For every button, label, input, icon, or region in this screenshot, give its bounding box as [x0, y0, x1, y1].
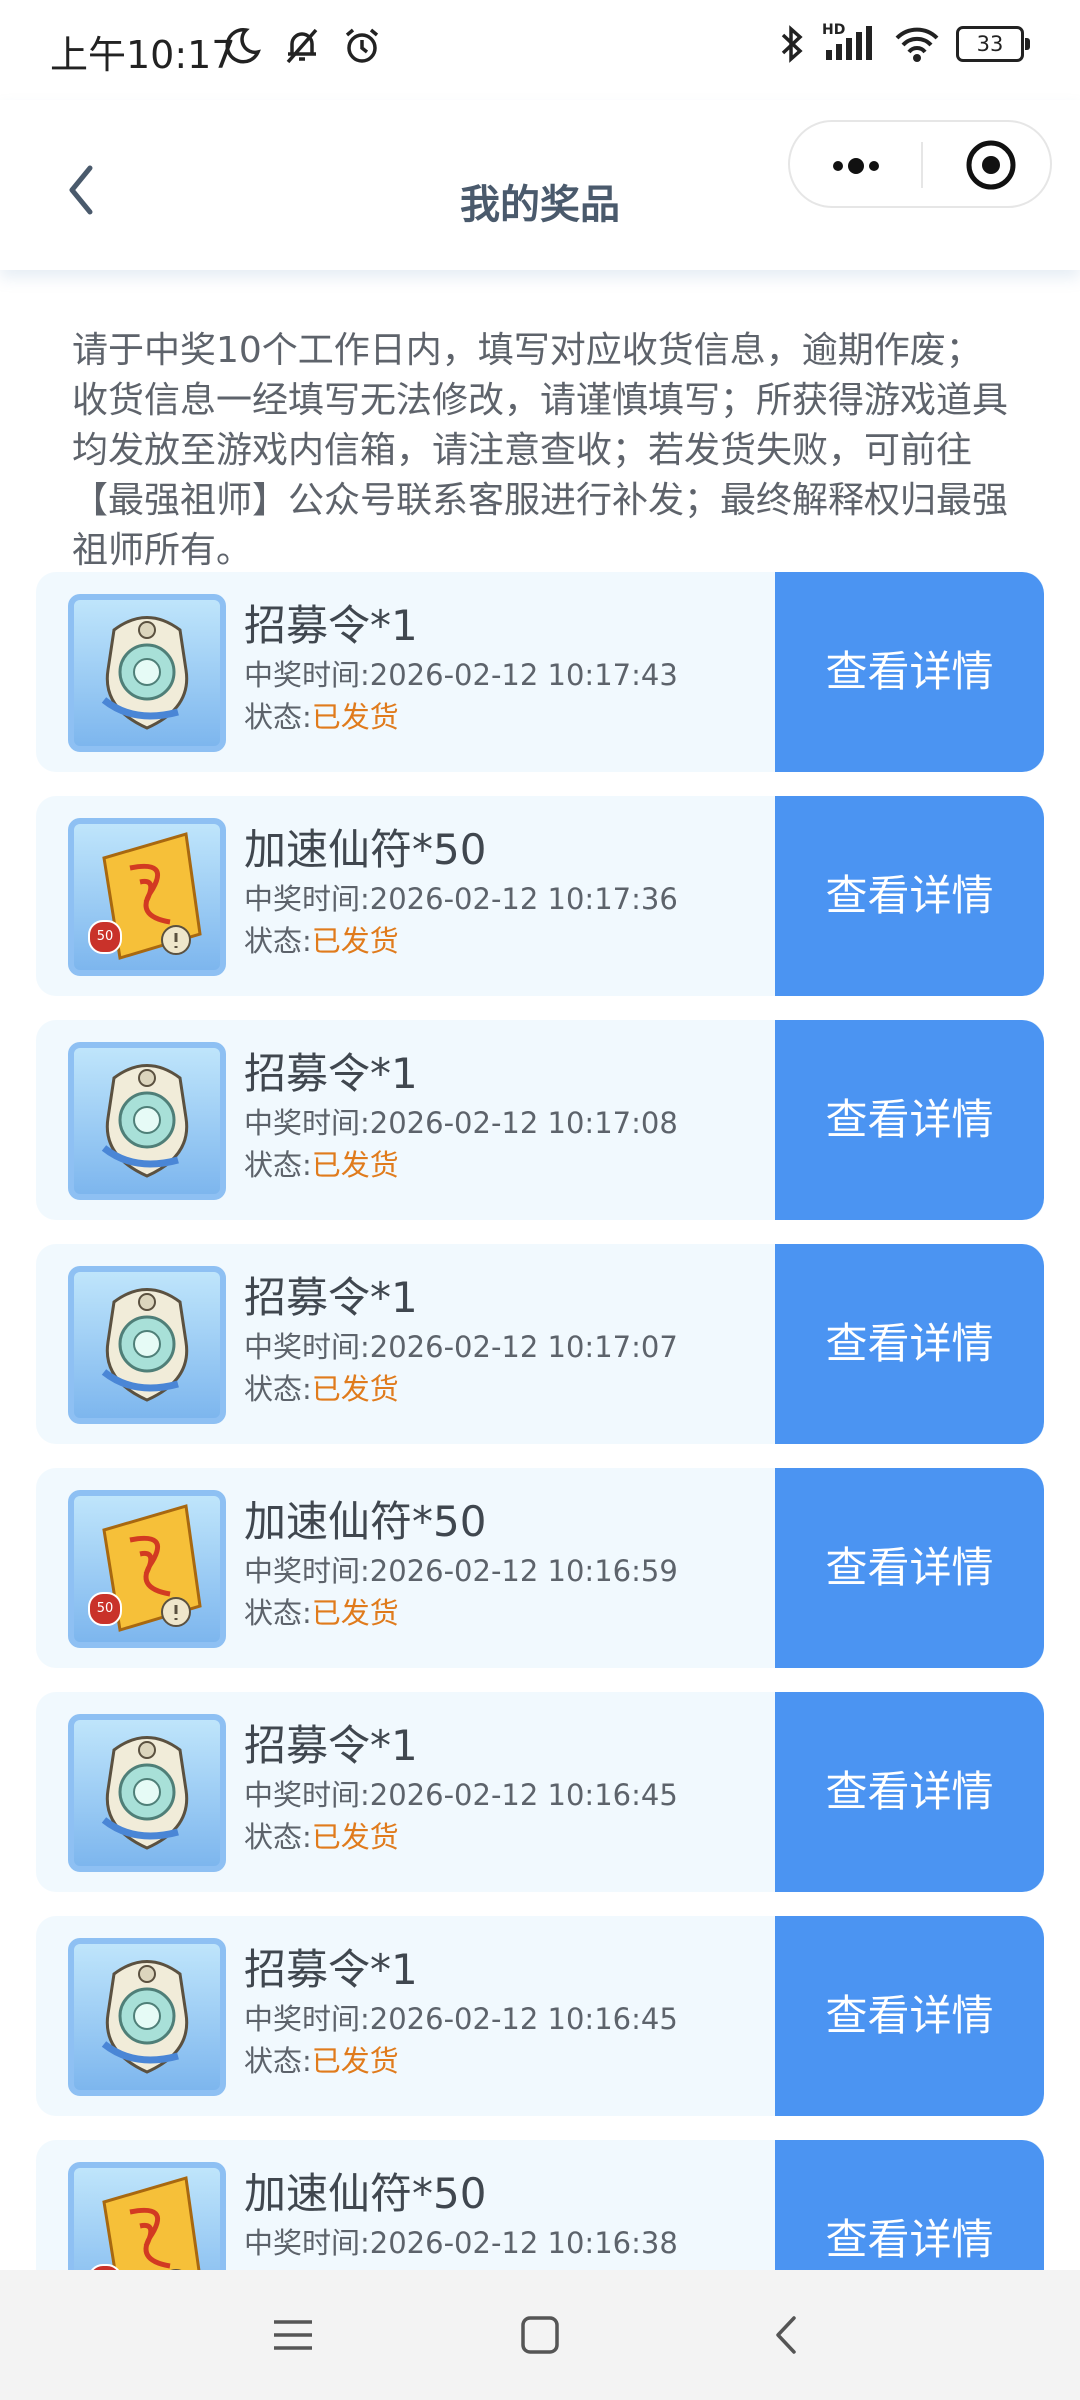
prize-card: 招募令*1 中奖时间:2026-02-12 10:16:45 状态:已发货 查看详情	[36, 1916, 1044, 2116]
miniapp-capsule	[788, 120, 1052, 208]
speed-talisman-icon: 50	[68, 2162, 226, 2270]
prize-time: 中奖时间:2026-02-12 10:16:38	[244, 2226, 678, 2260]
more-icon[interactable]	[826, 148, 886, 184]
recruit-token-icon	[68, 1714, 226, 1872]
status-label: 状态:	[244, 700, 312, 734]
prize-name: 招募令*1	[244, 601, 418, 650]
status-value: 已发货	[311, 1596, 399, 1630]
prize-card: 招募令*1 中奖时间:2026-02-12 10:17:07 状态:已发货 查看详情	[36, 1244, 1044, 1444]
wifi-icon	[895, 27, 939, 62]
recruit-token-icon	[68, 1266, 226, 1424]
view-details-button[interactable]: 查看详情	[775, 1020, 1044, 1220]
prize-time: 中奖时间:2026-02-12 10:17:36	[244, 882, 678, 916]
status-label: 状态:	[244, 1596, 312, 1630]
battery-icon: 33	[956, 26, 1030, 62]
recruit-token-icon	[68, 1042, 226, 1200]
status-label: 状态:	[244, 924, 312, 958]
menu-icon[interactable]	[268, 2310, 318, 2360]
moon-icon	[225, 28, 261, 64]
prize-card: 招募令*1 中奖时间:2026-02-12 10:17:43 状态:已发货 查看详情	[36, 572, 1044, 772]
prize-status: 状态:已发货	[244, 2262, 399, 2270]
alarm-icon	[345, 28, 379, 63]
status-bar: 上午10:17 HD 33	[0, 0, 1080, 100]
prize-name: 招募令*1	[244, 1721, 418, 1770]
speed-talisman-icon: 50	[68, 818, 226, 976]
prize-time: 中奖时间:2026-02-12 10:17:07	[244, 1330, 678, 1364]
prize-time: 中奖时间:2026-02-12 10:17:08	[244, 1106, 678, 1140]
prize-name: 招募令*1	[244, 1049, 418, 1098]
status-label: 状态:	[244, 1820, 312, 1854]
close-miniapp-icon[interactable]	[964, 138, 1018, 192]
prize-name: 招募令*1	[244, 1273, 418, 1322]
prize-name: 加速仙符*50	[244, 2169, 487, 2218]
status-label: 状态:	[244, 1372, 312, 1406]
notice-text: 请于中奖10个工作日内，填写对应收货信息，逾期作废；收货信息一经填写无法修改，请…	[72, 330, 1009, 571]
prize-status: 状态:已发货	[244, 1814, 399, 1856]
prize-card: 招募令*1 中奖时间:2026-02-12 10:16:45 状态:已发货 查看详情	[36, 1692, 1044, 1892]
view-details-button[interactable]: 查看详情	[775, 796, 1044, 996]
prize-card: 招募令*1 中奖时间:2026-02-12 10:17:08 状态:已发货 查看详情	[36, 1020, 1044, 1220]
prize-name: 加速仙符*50	[244, 825, 487, 874]
clock: 上午10:17	[50, 33, 236, 77]
prize-status: 状态:已发货	[244, 1366, 399, 1408]
status-value: 已发货	[311, 700, 399, 734]
view-details-button[interactable]: 查看详情	[775, 1692, 1044, 1892]
bell-off-icon	[286, 28, 318, 64]
view-details-button[interactable]: 查看详情	[775, 572, 1044, 772]
recruit-token-icon	[68, 594, 226, 752]
status-label: 状态:	[244, 2044, 312, 2078]
home-icon[interactable]	[515, 2310, 565, 2360]
recruit-token-icon	[68, 1938, 226, 2096]
system-nav-bar	[0, 2270, 1080, 2400]
status-value: 已发货	[311, 1820, 399, 1854]
view-details-button[interactable]: 查看详情	[775, 1244, 1044, 1444]
view-details-button[interactable]: 查看详情	[775, 1916, 1044, 2116]
prize-name: 招募令*1	[244, 1945, 418, 1994]
prize-status: 状态:已发货	[244, 1142, 399, 1184]
prize-status: 状态:已发货	[244, 918, 399, 960]
status-value: 已发货	[311, 1372, 399, 1406]
signal-icon: HD	[822, 22, 878, 64]
status-value: 已发货	[311, 1148, 399, 1182]
prize-time: 中奖时间:2026-02-12 10:16:45	[244, 1778, 678, 1812]
quantity-badge: 50	[88, 920, 122, 954]
status-value: 已发货	[311, 2044, 399, 2078]
quantity-badge: 50	[88, 1592, 122, 1626]
prize-time: 中奖时间:2026-02-12 10:17:43	[244, 658, 678, 692]
prize-time: 中奖时间:2026-02-12 10:16:59	[244, 1554, 678, 1588]
prize-card: 50 加速仙符*50 中奖时间:2026-02-12 10:17:36 状态:已发货查…	[36, 796, 1044, 996]
prize-card: 50 加速仙符*50 中奖时间:2026-02-12 10:16:38 状态:已发货 查…	[36, 2140, 1044, 2270]
prize-time: 中奖时间:2026-02-12 10:16:45	[244, 2002, 678, 2036]
speed-talisman-icon: 50	[68, 1490, 226, 1648]
prize-list[interactable]: 招募令*1 中奖时间:2026-02-12 10:17:43 状态:已发货 查看详情 5…	[0, 572, 1080, 2270]
view-details-button[interactable]: 查看详情	[775, 2140, 1044, 2270]
view-details-button[interactable]: 查看详情	[775, 1468, 1044, 1668]
status-value: 已发货	[311, 924, 399, 958]
prize-status: 状态:已发货	[244, 1590, 399, 1632]
prize-card: 50 加速仙符*50 中奖时间:2026-02-12 10:16:59 状态:已发货查…	[36, 1468, 1044, 1668]
prize-status: 状态:已发货	[244, 2038, 399, 2080]
prize-status: 状态:已发货	[244, 694, 399, 736]
prize-name: 加速仙符*50	[244, 1497, 487, 1546]
status-label: 状态:	[244, 1148, 312, 1182]
back-nav-icon[interactable]	[762, 2310, 812, 2360]
bluetooth-icon	[781, 25, 803, 63]
